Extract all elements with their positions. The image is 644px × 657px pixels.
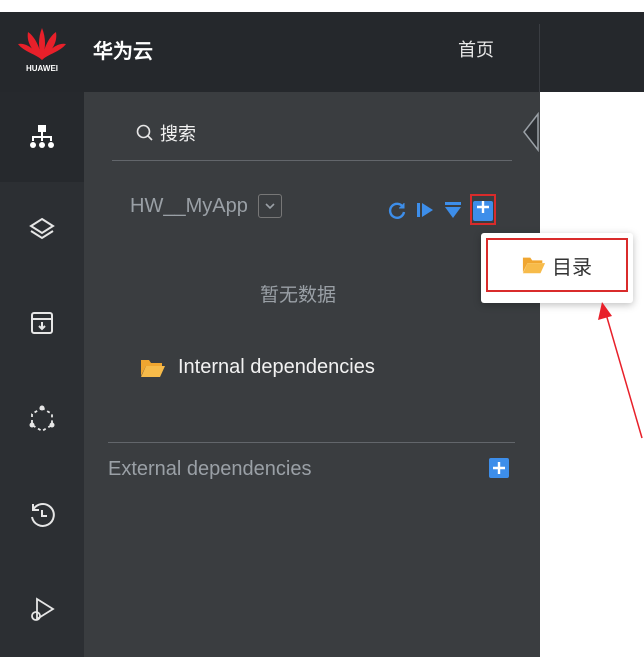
expand-button[interactable] — [414, 199, 436, 221]
hexagon-nodes-icon — [29, 405, 55, 433]
search-icon — [136, 124, 153, 141]
rail-item-structure[interactable] — [0, 92, 84, 182]
rail-item-nodes[interactable] — [0, 374, 84, 464]
step-forward-icon — [417, 202, 433, 217]
refresh-icon — [388, 202, 406, 219]
folder-open-icon — [522, 257, 546, 274]
dependency-panel: 搜索 HW__MyApp 暂无数据 Internal dependencies … — [84, 92, 540, 657]
empty-state: 暂无数据 — [260, 285, 337, 306]
plus-icon — [477, 201, 489, 213]
tree-item-internal[interactable]: Internal dependencies — [140, 356, 375, 379]
annotation-arrow — [598, 302, 643, 439]
rail-item-history[interactable] — [0, 470, 84, 560]
home-link[interactable]: 首页 — [458, 36, 494, 62]
menu-item-directory[interactable]: 目录 — [486, 238, 628, 292]
brand-title[interactable]: 华为云 — [93, 35, 153, 64]
tree-item-label: Internal dependencies — [178, 356, 375, 378]
debug-play-icon — [31, 597, 55, 621]
refresh-button[interactable] — [386, 199, 408, 221]
top-bar: HUAWEI 华为云 首页 — [0, 12, 644, 92]
add-external-button[interactable] — [489, 458, 509, 478]
chevron-down-icon — [265, 203, 275, 210]
side-rail — [0, 92, 84, 657]
toolbar — [386, 194, 496, 225]
search-underline — [112, 160, 512, 161]
rail-item-archive[interactable] — [0, 278, 84, 368]
add-button-highlight — [470, 194, 496, 225]
layers-icon — [29, 217, 55, 240]
collapse-down-icon — [445, 201, 461, 218]
search-box[interactable]: 搜索 — [136, 120, 196, 146]
archive-icon — [31, 312, 53, 334]
rail-item-layers[interactable] — [0, 184, 84, 274]
collapse-all-button[interactable] — [442, 199, 464, 221]
huawei-logo[interactable]: HUAWEI — [16, 24, 68, 80]
add-menu-popup: 目录 — [481, 233, 633, 303]
logo-text: HUAWEI — [26, 64, 58, 73]
topbar-divider — [539, 24, 540, 92]
project-dropdown[interactable] — [257, 194, 282, 218]
collapse-panel-icon[interactable] — [520, 112, 542, 152]
section-external: External dependencies — [108, 458, 312, 480]
add-button[interactable] — [473, 201, 493, 221]
rail-item-debug[interactable] — [0, 564, 84, 654]
menu-item-label: 目录 — [552, 256, 592, 279]
plus-icon — [493, 462, 505, 474]
search-label: 搜索 — [160, 124, 196, 144]
project-name: HW__MyApp — [130, 194, 248, 217]
hierarchy-icon — [30, 125, 54, 148]
project-selector[interactable]: HW__MyApp — [130, 194, 282, 218]
huawei-flower-icon — [18, 28, 66, 60]
history-icon — [31, 503, 55, 527]
section-divider — [108, 442, 515, 443]
folder-open-icon — [141, 359, 165, 377]
